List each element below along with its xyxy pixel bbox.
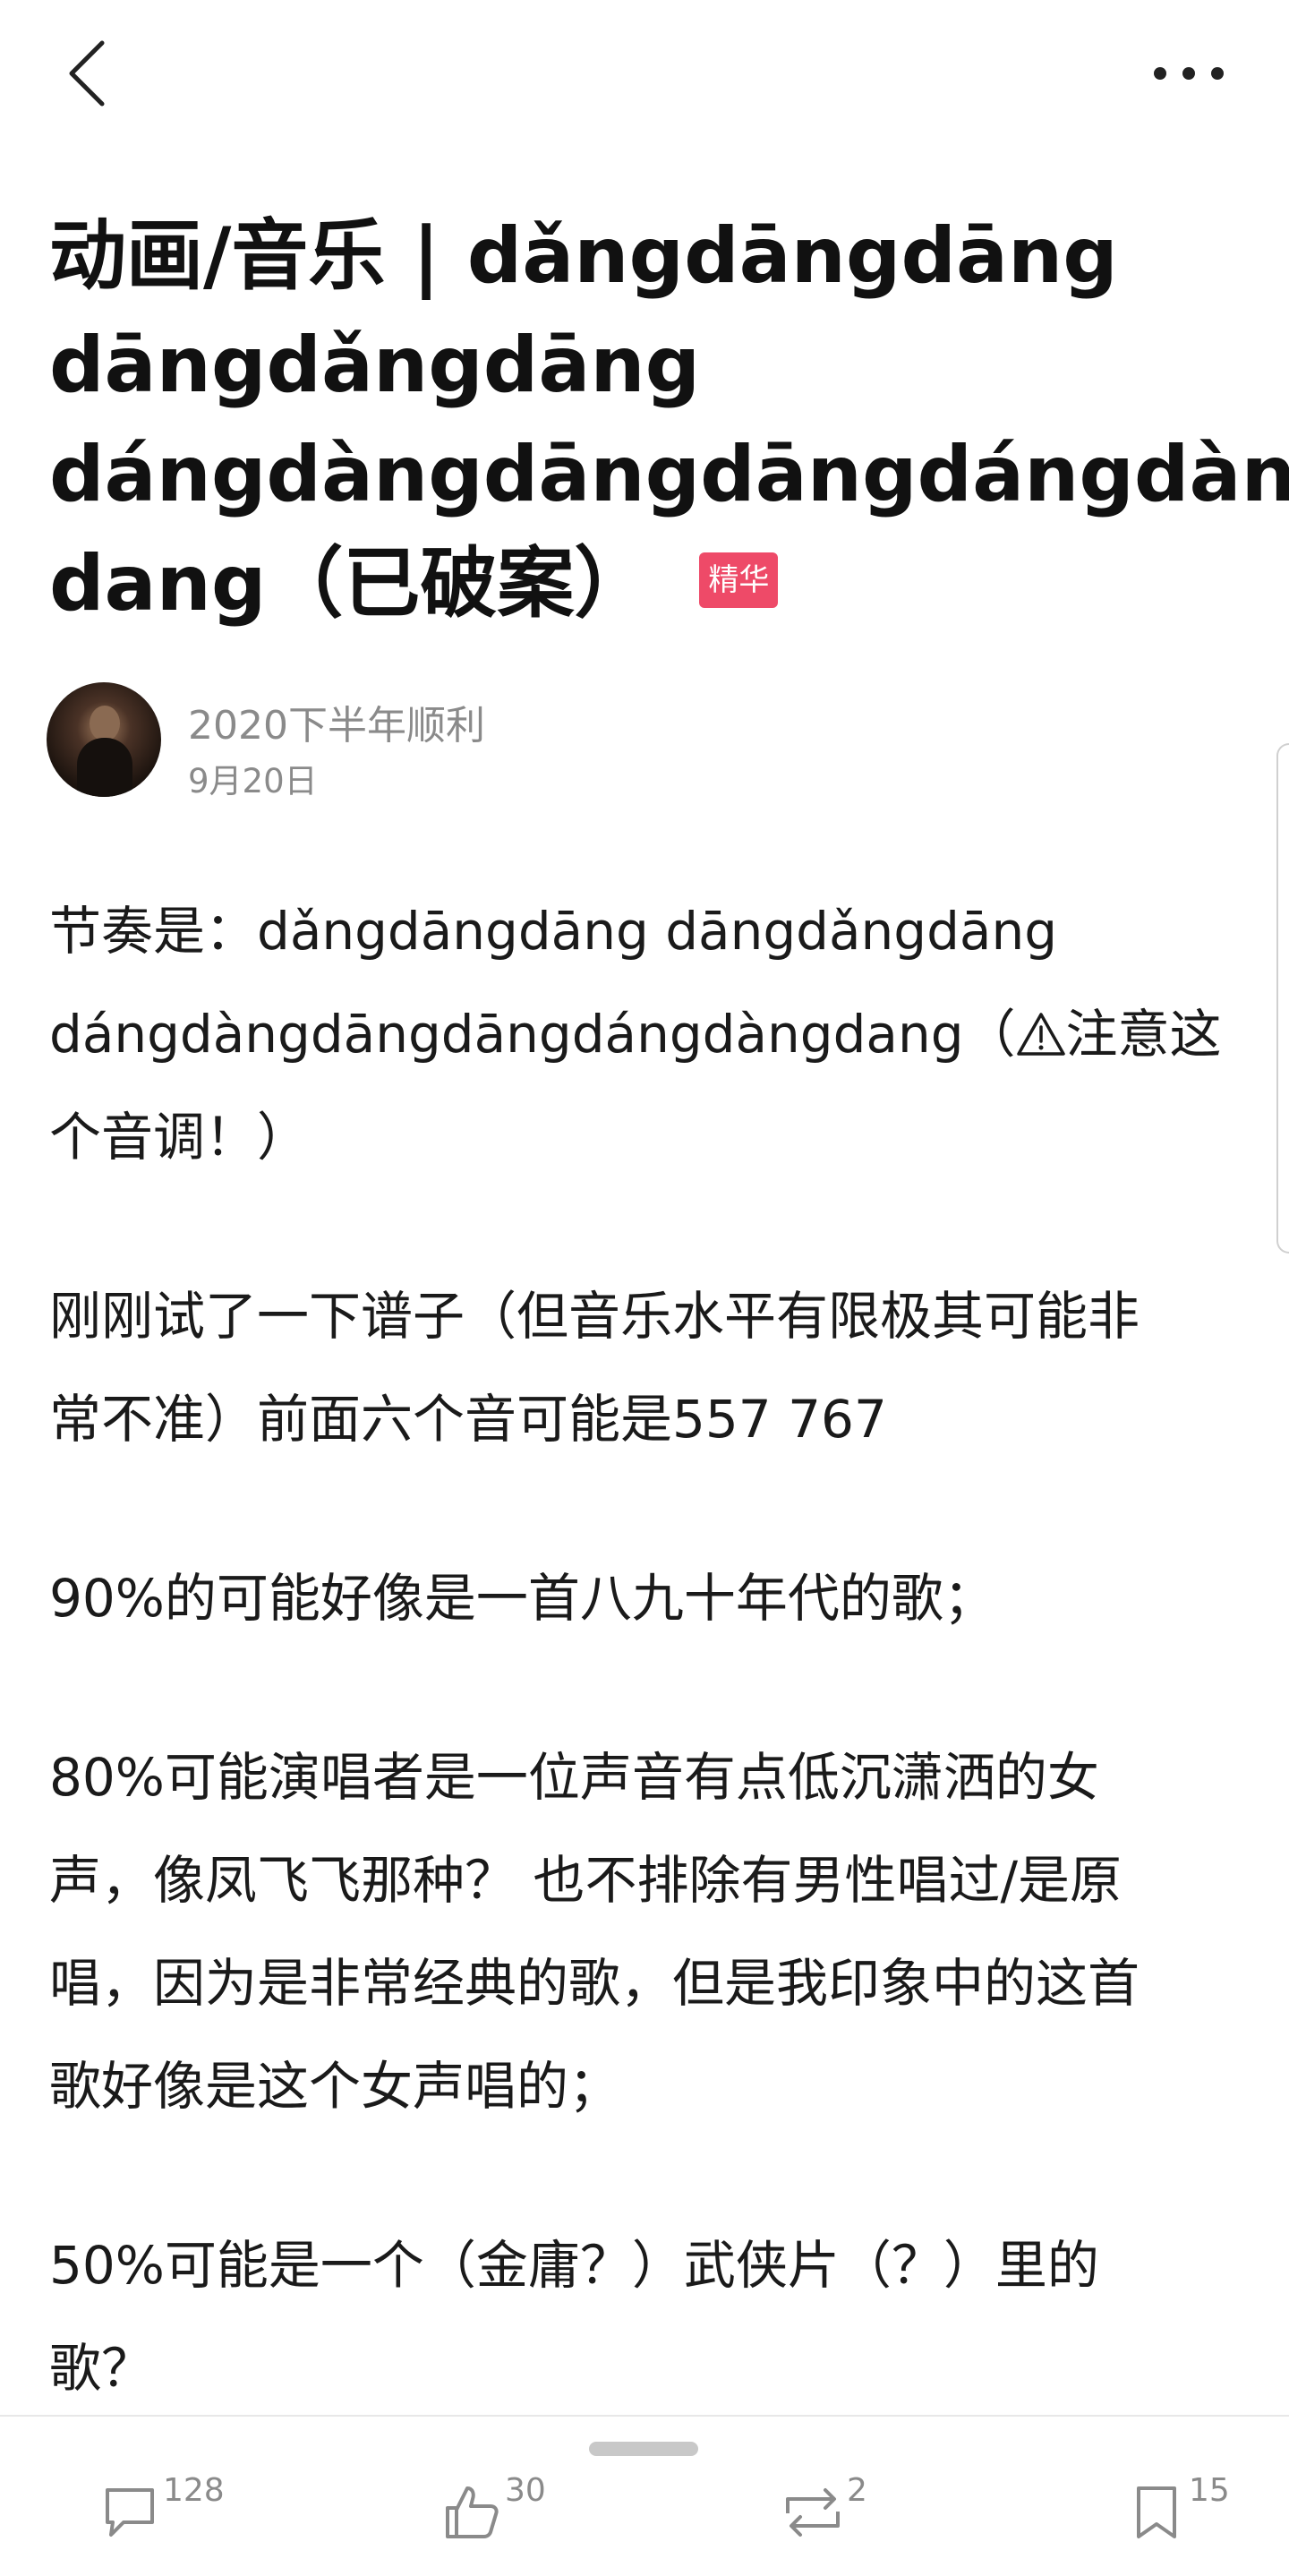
author-row[interactable]: 2020下半年顺利 9月20日	[47, 682, 763, 800]
paragraph-line: dángdàngdāngdāngdángdàngdang（ 注意这	[49, 983, 1249, 1086]
avatar[interactable]	[47, 682, 161, 797]
bookmark-icon	[1137, 2486, 1176, 2538]
thumbs-up-icon	[446, 2486, 499, 2538]
paragraph-line: 歌好像是这个女声唱的；	[49, 2056, 621, 2117]
paragraph-line: 80%可能演唱者是一位声音有点低沉潇洒的女	[49, 1747, 1099, 1808]
paragraph: 80%可能演唱者是一位声音有点低沉潇洒的女 声，像凤飞飞那种？ 也不排除有男性唱…	[49, 1726, 1249, 2138]
title-line: dang（已破案）	[49, 539, 652, 629]
paragraph-line: 声，像凤飞飞那种？ 也不排除有男性唱过/是原	[49, 1850, 1122, 1911]
back-button[interactable]	[55, 38, 118, 109]
bottom-action-bar: 128 30 2 15	[0, 2415, 1289, 2576]
paragraph-text: dángdàngdāngdāngdángdàngdang（	[49, 1004, 1016, 1065]
paragraph: 刚刚试了一下谱子（但音乐水平有限极其可能非 常不准）前面六个音可能是557 76…	[49, 1265, 1249, 1471]
more-horizontal-icon	[1154, 67, 1224, 80]
paragraph-line: 歌？	[49, 2338, 154, 2399]
repost-icon	[786, 2488, 840, 2537]
title-line: dāngdǎngdāng	[49, 321, 701, 410]
post-title: 动画/音乐 | dǎngdāngdāng dāngdǎngdāng dángdà…	[49, 201, 1289, 638]
paragraph-line: 刚刚试了一下谱子（但音乐水平有限极其可能非	[49, 1286, 1140, 1347]
comment-count: 128	[163, 2472, 225, 2509]
favorite-button[interactable]: 15	[1130, 2472, 1246, 2562]
post-detail-page: 动画/音乐 | dǎngdāngdāng dāngdǎngdāng dángdà…	[0, 0, 1289, 2576]
like-count: 30	[505, 2472, 546, 2509]
title-line: 动画/音乐 | dǎngdāngdāng	[49, 211, 1118, 301]
repost-count: 2	[847, 2472, 867, 2509]
like-button[interactable]: 30	[442, 2472, 568, 2562]
comment-button[interactable]: 128	[100, 2472, 243, 2562]
paragraph-line: 50%可能是一个（金庸？）武侠片（？）里的	[49, 2235, 1099, 2296]
favorite-count: 15	[1189, 2472, 1230, 2509]
paragraph: 90%的可能好像是一首八九十年代的歌；	[49, 1547, 1249, 1650]
paragraph-line: 90%的可能好像是一首八九十年代的歌；	[49, 1568, 995, 1629]
paragraph: 50%可能是一个（金庸？）武侠片（？）里的 歌？	[49, 2214, 1249, 2420]
chevron-left-icon	[69, 40, 105, 107]
comment-icon	[106, 2488, 154, 2537]
avatar-body	[77, 738, 132, 797]
title-line-last: dang（已破案） 精华	[49, 529, 1231, 638]
paragraph-line: 常不准）前面六个音可能是557 767	[49, 1389, 887, 1450]
paragraph: 节奏是：dǎngdāngdāng dāngdǎngdāng dángdàngdā…	[49, 880, 1249, 1189]
avatar-head	[90, 706, 120, 741]
author-name[interactable]: 2020下半年顺利	[188, 693, 485, 750]
repost-button[interactable]: 2	[779, 2472, 886, 2562]
paragraph-line: 唱，因为是非常经典的歌，但是我印象中的这首	[49, 1953, 1140, 2014]
paragraph-line: 节奏是：dǎngdāngdāng dāngdǎngdāng	[49, 901, 1058, 962]
scroll-indicator[interactable]	[1276, 743, 1289, 1254]
post-date: 9月20日	[188, 762, 318, 800]
post-content: 节奏是：dǎngdāngdāng dāngdǎngdāng dángdàngdā…	[49, 880, 1249, 2496]
drag-handle[interactable]	[589, 2442, 698, 2456]
featured-badge: 精华	[699, 552, 779, 608]
top-bar	[0, 0, 1289, 152]
paragraph-text: 注意这	[1065, 1004, 1222, 1065]
paragraph-line: 个音调！）	[49, 1107, 310, 1168]
more-button[interactable]	[1146, 54, 1235, 90]
title-line: dángdàngdāngdāngdángdàng	[49, 430, 1289, 519]
warning-icon	[1016, 1013, 1065, 1056]
